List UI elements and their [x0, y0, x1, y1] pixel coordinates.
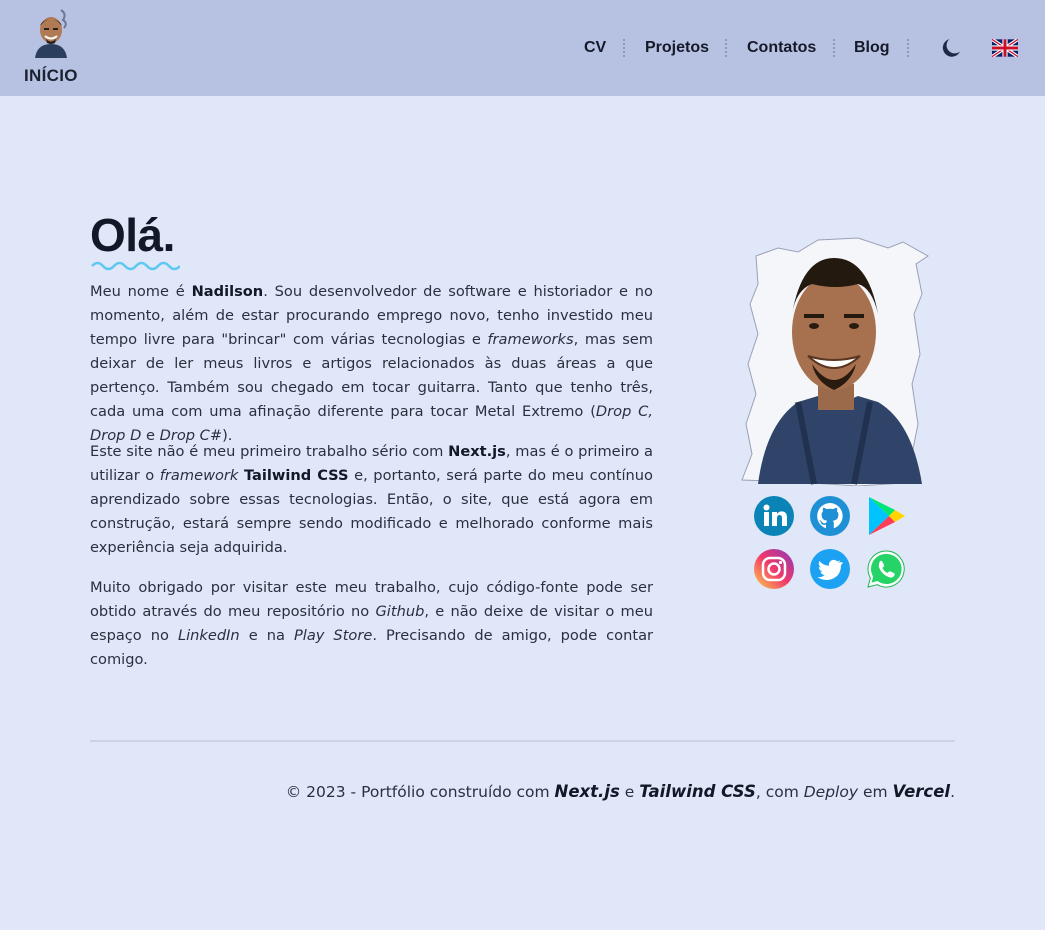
- nav-separator: [623, 39, 627, 57]
- avatar-icon: [35, 9, 67, 58]
- nav-projetos[interactable]: Projetos: [645, 38, 709, 58]
- footer-divider: [90, 740, 955, 742]
- linkedin-icon[interactable]: [753, 495, 795, 537]
- nav-cv[interactable]: CV: [584, 38, 606, 58]
- intro-paragraph: Meu nome é Nadilson. Sou desenvolvedor d…: [90, 283, 654, 444]
- moon-icon[interactable]: [940, 36, 964, 60]
- nav-blog[interactable]: Blog: [854, 38, 890, 58]
- nav-separator: [833, 39, 837, 57]
- top-navbar: INÍCIO CV Projetos Contatos Blog: [0, 0, 1045, 96]
- name-highlight: Nadilson: [191, 283, 264, 300]
- whatsapp-icon[interactable]: [865, 548, 907, 590]
- home-label: INÍCIO: [24, 66, 78, 85]
- vercel-link[interactable]: Vercel: [893, 782, 951, 801]
- footer-credits: © 2023 - Portfólio construído com Next.j…: [285, 782, 955, 801]
- nextjs-link[interactable]: Next.js: [555, 782, 620, 801]
- github-icon[interactable]: [809, 495, 851, 537]
- tailwind-link[interactable]: Tailwind CSS: [639, 782, 756, 801]
- greeting-title: Olá.: [90, 209, 175, 261]
- google-play-icon[interactable]: [865, 495, 907, 537]
- profile-photo: [741, 237, 929, 486]
- home-link[interactable]: INÍCIO: [22, 8, 82, 88]
- nav-separator: [907, 39, 911, 57]
- twitter-icon[interactable]: [809, 548, 851, 590]
- thanks-paragraph: Muito obrigado por visitar este meu trab…: [90, 579, 654, 668]
- nav-separator: [725, 39, 729, 57]
- wavy-underline: [91, 261, 180, 271]
- nav-contatos[interactable]: Contatos: [747, 38, 816, 58]
- site-paragraph: Este site não é meu primeiro trabalho sé…: [90, 443, 653, 556]
- instagram-icon[interactable]: [753, 548, 795, 590]
- uk-flag-icon[interactable]: [992, 39, 1018, 57]
